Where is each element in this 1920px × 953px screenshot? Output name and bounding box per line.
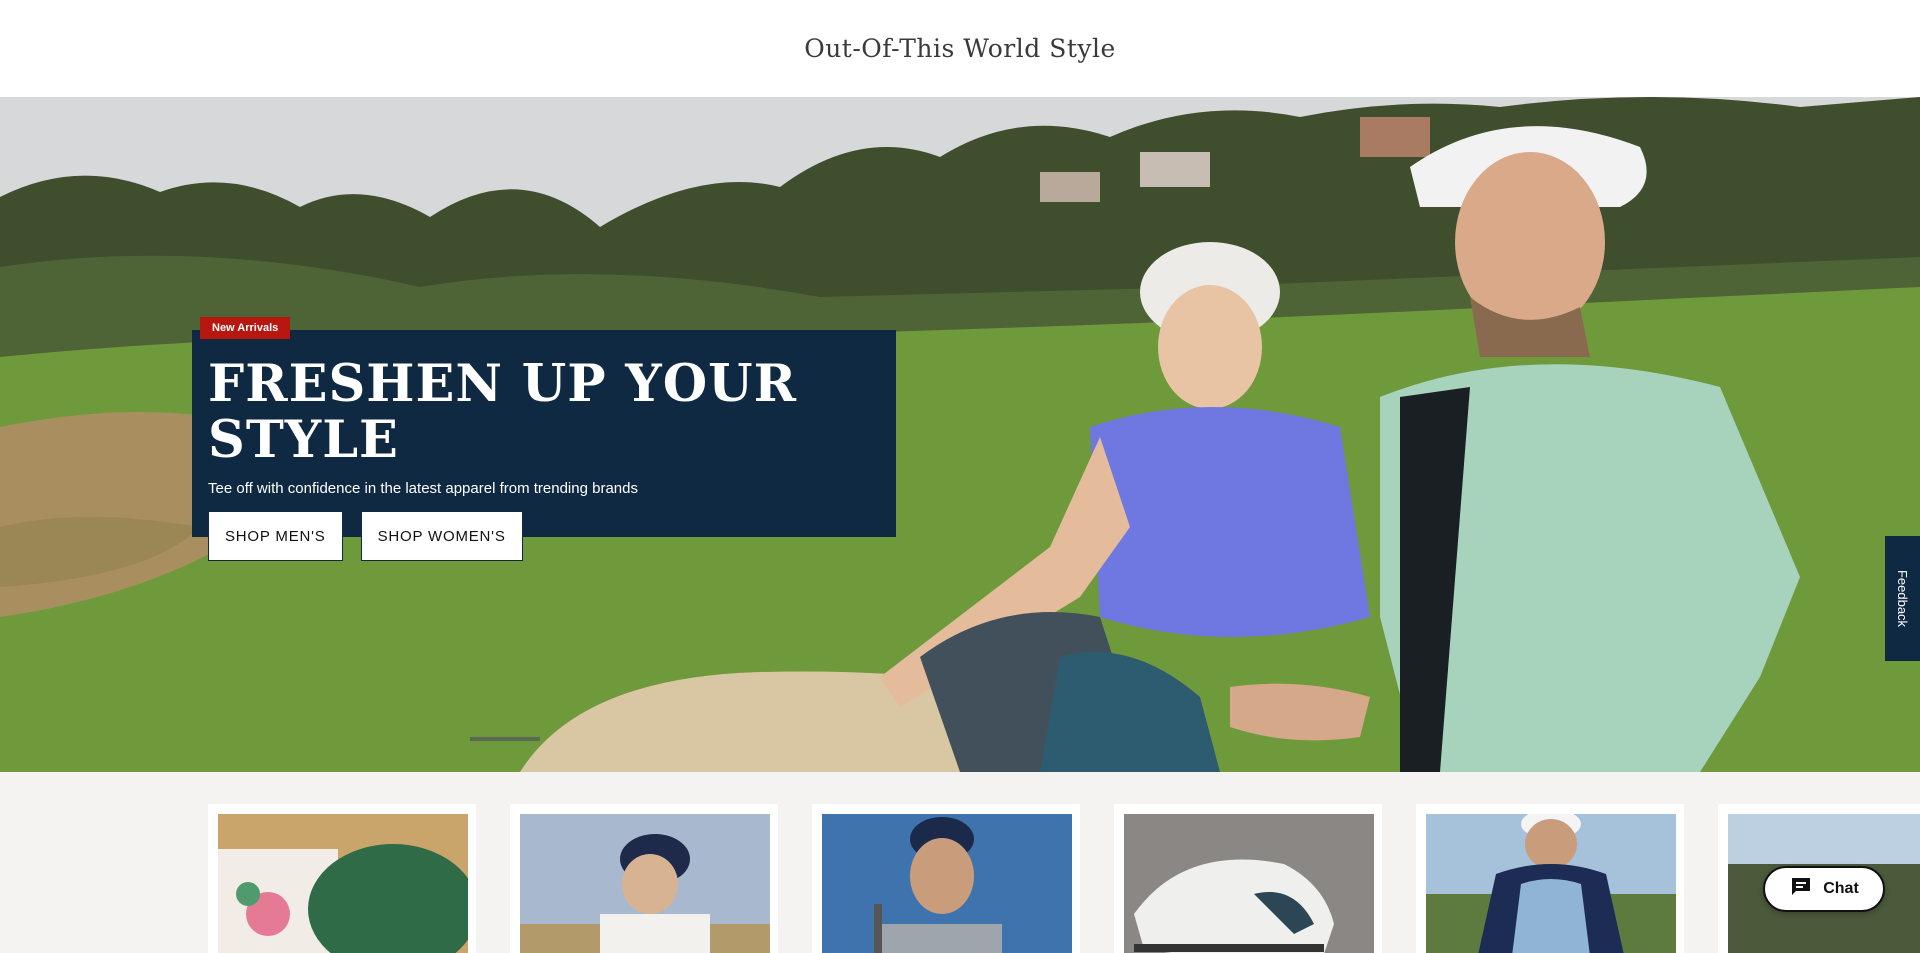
product-card[interactable] (208, 804, 476, 953)
chat-bubble-icon (1789, 875, 1813, 904)
top-banner-text: Out-Of-This World Style (804, 34, 1116, 63)
feedback-label: Feedback (1895, 569, 1910, 628)
top-banner: Out-Of-This World Style (0, 0, 1920, 97)
hero-buttons: SHOP MEN'S SHOP WOMEN'S (208, 511, 896, 562)
product-image (520, 814, 770, 953)
product-carousel (0, 772, 1920, 953)
chat-button[interactable]: Chat (1763, 866, 1885, 912)
hero-banner[interactable]: FRESHEN UP YOUR STYLE Tee off with confi… (0, 97, 1920, 772)
product-card[interactable] (1416, 804, 1684, 953)
hero-title: FRESHEN UP YOUR STYLE (208, 354, 797, 471)
shop-mens-button[interactable]: SHOP MEN'S (208, 511, 343, 562)
new-arrivals-badge: New Arrivals (200, 317, 291, 339)
product-card[interactable] (1114, 804, 1382, 953)
shop-womens-button[interactable]: SHOP WOMEN'S (360, 511, 523, 562)
hero-subtitle: Tee off with confidence in the latest ap… (208, 480, 638, 498)
product-image (822, 814, 1072, 953)
hero-card: FRESHEN UP YOUR STYLE Tee off with confi… (192, 330, 896, 562)
chat-label: Chat (1823, 880, 1859, 897)
product-card[interactable] (812, 804, 1080, 953)
product-image (218, 814, 468, 953)
feedback-tab[interactable]: Feedback (1885, 536, 1920, 661)
product-card[interactable] (510, 804, 778, 953)
product-image (1124, 814, 1374, 953)
product-image (1426, 814, 1676, 953)
